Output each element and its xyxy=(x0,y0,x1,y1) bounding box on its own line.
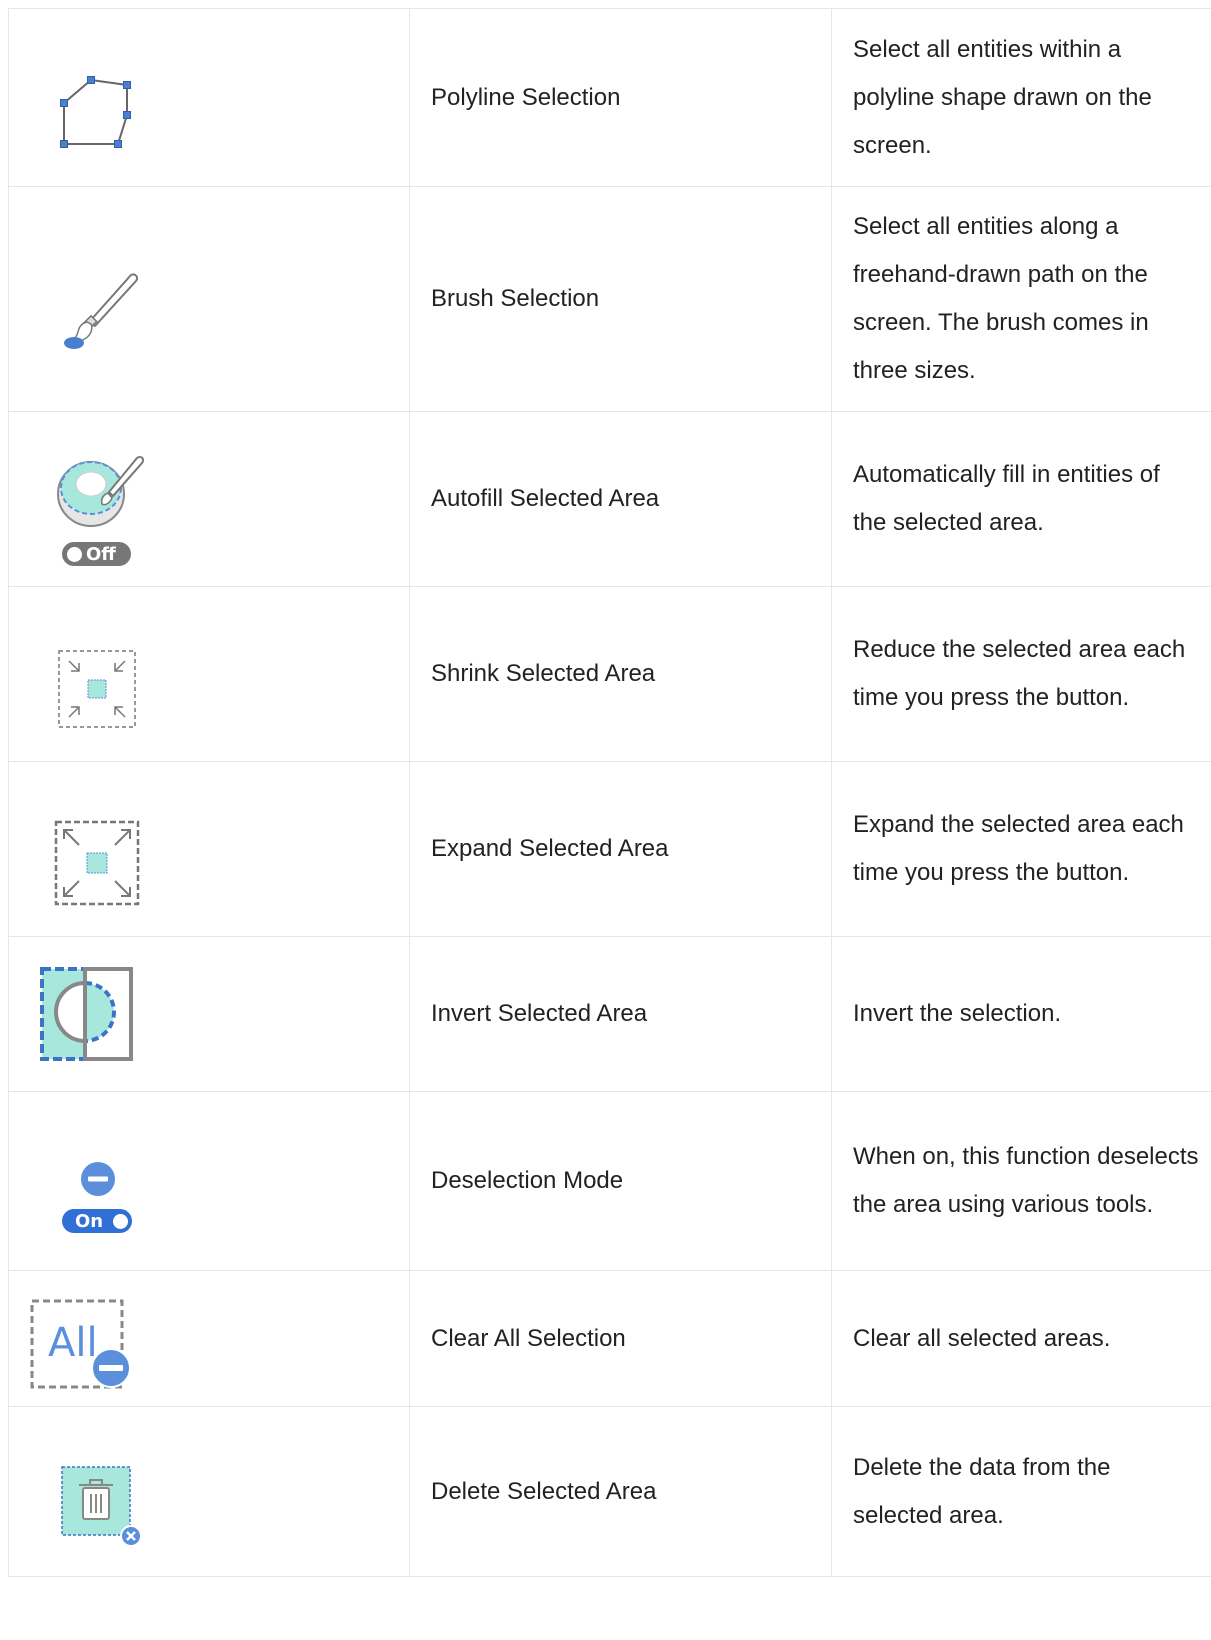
table-row: On Deselection Mode When on, this functi… xyxy=(8,1091,1211,1271)
invert-icon xyxy=(40,967,133,1061)
polyline-selection-icon xyxy=(60,76,131,148)
tool-description: Select all entities within a polyline sh… xyxy=(831,8,1211,187)
tool-description: Invert the selection. xyxy=(831,936,1211,1092)
tool-description: Expand the selected area each time you p… xyxy=(831,761,1211,937)
tool-description: When on, this function deselects the are… xyxy=(831,1091,1211,1271)
table-row: Shrink Selected Area Reduce the selected… xyxy=(8,586,1211,762)
table-row: Off Autofill Selected Area Automatically… xyxy=(8,411,1211,587)
toggle-label: Off xyxy=(86,543,116,565)
tool-name: Invert Selected Area xyxy=(409,936,832,1092)
selection-tools-table: Polyline Selection Select all entities w… xyxy=(8,8,1211,1577)
table-row: Brush Selection Select all entities alon… xyxy=(8,186,1211,412)
tool-description: Reduce the selected area each time you p… xyxy=(831,586,1211,762)
tool-name: Brush Selection xyxy=(409,186,832,412)
table-row: Invert Selected Area Invert the selectio… xyxy=(8,936,1211,1092)
minus-circle-icon xyxy=(81,1162,115,1196)
shrink-icon xyxy=(58,650,136,728)
delete-area-icon xyxy=(61,1466,142,1547)
tool-name: Delete Selected Area xyxy=(409,1406,832,1577)
clear-all-icon: All xyxy=(30,1299,131,1389)
autofill-icon xyxy=(57,455,145,527)
toggle-knob xyxy=(113,1213,129,1229)
tool-name: Expand Selected Area xyxy=(409,761,832,937)
tool-description: Automatically fill in entities of the se… xyxy=(831,411,1211,587)
deselection-toggle[interactable]: On xyxy=(62,1209,132,1233)
tool-name: Shrink Selected Area xyxy=(409,586,832,762)
tool-name: Polyline Selection xyxy=(409,8,832,187)
brush-selection-icon xyxy=(64,273,139,349)
tool-name: Deselection Mode xyxy=(409,1091,832,1271)
toggle-knob xyxy=(67,546,82,562)
tool-description: Clear all selected areas. xyxy=(831,1270,1211,1407)
tool-name: Autofill Selected Area xyxy=(409,411,832,587)
tool-description: Select all entities along a freehand-dra… xyxy=(831,186,1211,412)
table-row: Polyline Selection Select all entities w… xyxy=(8,8,1211,187)
tool-description: Delete the data from the selected area. xyxy=(831,1406,1211,1577)
expand-icon xyxy=(54,820,140,906)
autofill-toggle[interactable]: Off xyxy=(62,542,131,566)
table-row: Expand Selected Area Expand the selected… xyxy=(8,761,1211,937)
toggle-label: On xyxy=(75,1210,104,1232)
table-row: Delete Selected Area Delete the data fro… xyxy=(8,1406,1211,1577)
tool-name: Clear All Selection xyxy=(409,1270,832,1407)
table-row: All Clear All Selection Clear all select… xyxy=(8,1270,1211,1407)
clear-all-label: All xyxy=(48,1320,98,1366)
